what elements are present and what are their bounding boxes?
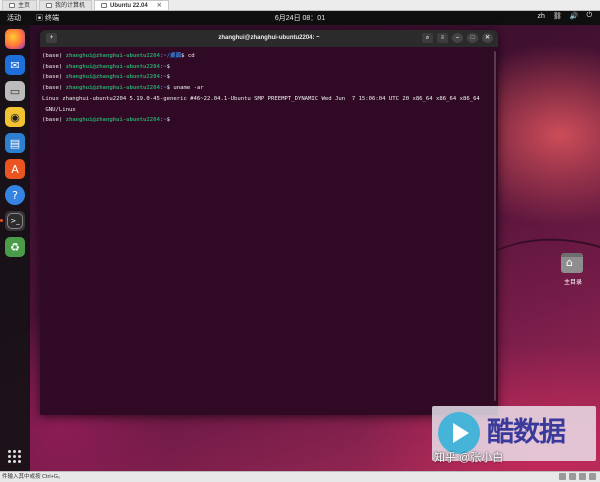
terminal-icon: >_ <box>7 213 23 229</box>
network-icon: ⛓ <box>552 13 562 20</box>
show-apps-icon[interactable] <box>8 450 21 463</box>
terminal-line: (base) zhanghui@zhanghui-ubuntu2204:~$ <box>42 63 170 70</box>
clock[interactable]: 6月24日 08：01 <box>0 13 600 23</box>
search-icon: ⌕ <box>425 35 430 41</box>
usb-icon[interactable] <box>579 473 586 480</box>
play-logo-icon <box>438 412 480 454</box>
watermark-brand: 酷数据 <box>487 417 566 448</box>
terminal-line: (base) zhanghui@zhanghui-ubuntu2204:~$ u… <box>42 85 204 92</box>
terminal-scrollbar[interactable] <box>494 51 496 401</box>
disk-icon[interactable] <box>559 473 566 480</box>
software-icon[interactable]: A <box>5 159 25 179</box>
input-method-indicator[interactable]: zh <box>537 13 544 20</box>
volume-icon: 🔊 <box>569 13 579 20</box>
terminal-title: zhanghui@zhanghui-ubuntu2204: ~ <box>218 35 320 41</box>
maximize-button[interactable]: □ <box>467 33 478 43</box>
gnome-top-bar: 活动 ▣ 终端 6月24日 08：01 zh ⛓ 🔊 ⏻ <box>0 11 600 25</box>
close-button[interactable]: ✕ <box>482 33 493 43</box>
terminal-output-line: Linux zhanghui-ubuntu2204 5.19.0-45-gene… <box>42 95 480 102</box>
terminal-line: (base) zhanghui@zhanghui-ubuntu2204:~$ <box>42 117 170 124</box>
dock: ✉ ▭ ◉ ▤ A ? >_ ♻ <box>0 25 30 471</box>
vm-tab-my-computer[interactable]: 我的计算机 <box>39 0 93 10</box>
home-tab-icon <box>9 3 15 8</box>
device-icons <box>559 473 596 480</box>
system-tray[interactable]: zh ⛓ 🔊 ⏻ <box>537 12 592 20</box>
search-button[interactable]: ⌕ <box>422 33 433 43</box>
power-icon: ⏻ <box>586 12 592 19</box>
close-tab-icon[interactable]: ✕ <box>157 1 162 11</box>
help-icon[interactable]: ? <box>5 185 25 205</box>
vm-tab-ubuntu[interactable]: Ubuntu 22.04 ✕ <box>94 0 169 10</box>
terminal-dock-item[interactable]: >_ <box>0 211 25 231</box>
terminal-line: (base) zhanghui@zhanghui-ubuntu2204:~/桌面… <box>42 53 195 59</box>
hamburger-icon: ≡ <box>440 35 445 41</box>
network-adapter-icon[interactable] <box>569 473 576 480</box>
menu-button[interactable]: ≡ <box>437 33 448 43</box>
home-folder-icon[interactable] <box>561 253 583 273</box>
vm-tab-home[interactable]: 主页 <box>2 0 38 10</box>
minimize-button[interactable]: – <box>452 33 463 43</box>
status-hint: 件输入其中或按 Ctrl+G。 <box>2 474 64 480</box>
files-icon[interactable]: ▭ <box>5 81 25 101</box>
terminal-output-line: GNU/Linux <box>42 106 76 113</box>
firefox-icon[interactable] <box>5 29 25 49</box>
terminal-output[interactable]: (base) zhanghui@zhanghui-ubuntu2204:~/桌面… <box>40 47 498 130</box>
vm-tab-bar: 主页 我的计算机 Ubuntu 22.04 ✕ <box>0 0 600 11</box>
watermark-author: 知乎 @张小白 <box>434 452 504 464</box>
vm-status-bar: 件输入其中或按 Ctrl+G。 <box>0 471 600 482</box>
trash-icon[interactable]: ♻ <box>5 237 25 257</box>
thunderbird-icon[interactable]: ✉ <box>5 55 25 75</box>
home-folder-label: 主目录 <box>563 280 582 286</box>
rhythmbox-icon[interactable]: ◉ <box>5 107 25 127</box>
new-tab-button[interactable]: + <box>46 33 57 43</box>
vm-tab-icon <box>101 3 108 8</box>
terminal-header-bar: + zhanghui@zhanghui-ubuntu2204: ~ ⌕ ≡ – … <box>40 30 498 47</box>
terminal-line: (base) zhanghui@zhanghui-ubuntu2204:~$ <box>42 74 170 81</box>
computer-tab-icon <box>46 3 53 8</box>
sound-icon[interactable] <box>589 473 596 480</box>
writer-icon[interactable]: ▤ <box>5 133 25 153</box>
terminal-window: + zhanghui@zhanghui-ubuntu2204: ~ ⌕ ≡ – … <box>40 30 498 415</box>
